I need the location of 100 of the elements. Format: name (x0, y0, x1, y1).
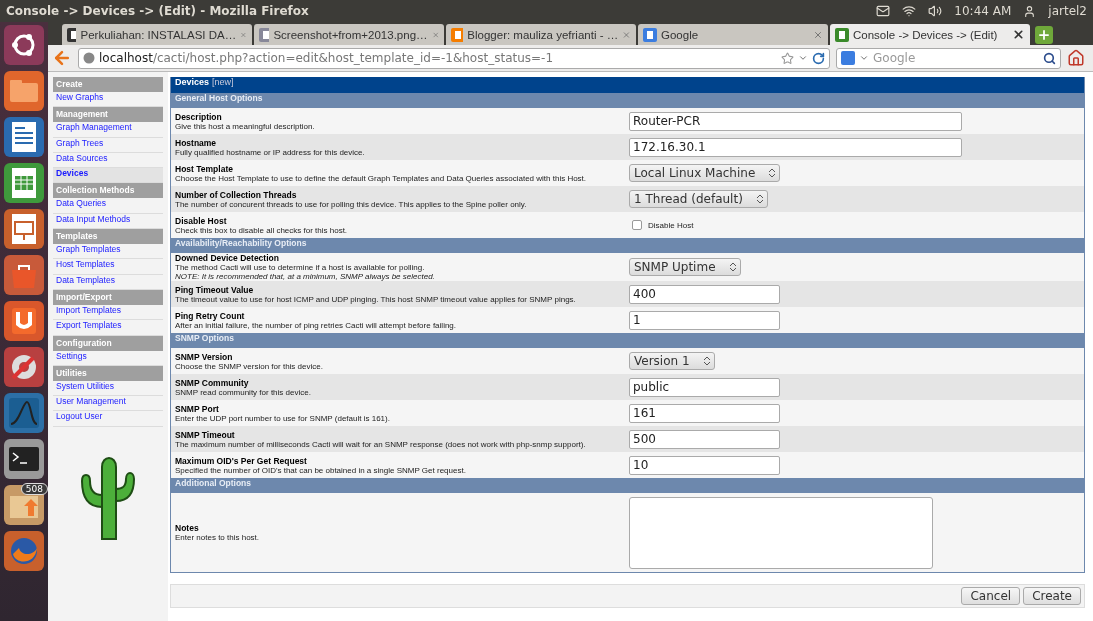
field-label: SNMP Port (175, 403, 220, 414)
menu-link[interactable]: System Utilities (53, 380, 163, 397)
select-field[interactable]: SNMP Uptime (629, 258, 741, 276)
wifi-icon[interactable] (902, 4, 917, 18)
form-button[interactable]: Create (1023, 587, 1081, 605)
field-description: Give this host a meaningful description. (175, 121, 316, 131)
text-field[interactable]: Router-PCR (629, 111, 962, 131)
launcher-button[interactable] (4, 209, 44, 249)
search-icon[interactable] (1043, 51, 1056, 65)
site-icon (67, 27, 77, 42)
section-header: Additional Options (171, 478, 1084, 493)
dropdown-icon[interactable] (798, 53, 808, 63)
field-label: Ping Timeout Value (175, 284, 255, 295)
select-field[interactable]: Version 1 (629, 352, 715, 370)
launcher-button[interactable] (4, 439, 44, 479)
bookmark-icon[interactable] (781, 51, 794, 65)
launcher-button[interactable] (4, 255, 44, 295)
tab-label: Google (661, 28, 700, 41)
field-description: Specified the number of OID's that can be obtained in a single SNMP Get request. (175, 465, 467, 475)
select-field[interactable]: Local Linux Machine (629, 164, 781, 182)
home-icon[interactable] (1067, 49, 1085, 67)
site-icon (259, 27, 270, 42)
field-label: SNMP Community (175, 377, 249, 388)
text-field[interactable]: public (629, 377, 780, 397)
text-field[interactable]: 10 (629, 455, 780, 475)
browser-tab[interactable]: Perkuliahan: INSTALASI DA… (62, 24, 252, 45)
menu-link[interactable]: Devices (53, 168, 163, 184)
menu-header: Management (53, 107, 163, 123)
field-label: Hostname (175, 137, 218, 148)
panel-title: Devices (175, 77, 210, 89)
field-description: Enter the UDP port number to use for SNMP (default is 161). (175, 413, 391, 423)
back-icon[interactable] (52, 48, 72, 68)
field-description: Check this box to disable all checks for this host. (175, 225, 349, 235)
launcher-button[interactable] (4, 163, 44, 203)
menu-link[interactable]: User Management (53, 396, 163, 412)
text-field[interactable]: 172.16.30.1 (629, 137, 962, 157)
plus-icon (1037, 28, 1051, 42)
form-button[interactable]: Cancel (961, 587, 1021, 605)
field-description: The number of concurent threads to use for polling this device. This applies to the Spine poller only. (175, 199, 528, 209)
launcher-button[interactable] (4, 393, 44, 433)
text-field[interactable]: 500 (629, 429, 780, 449)
browser-tab[interactable]: Blogger: mauliza yefrianti - … (446, 24, 636, 45)
notes-field[interactable] (629, 496, 933, 569)
site-icon (451, 27, 464, 42)
folder-icon (10, 80, 38, 102)
spreadsheet-icon (12, 168, 36, 198)
menu-link[interactable]: Data Queries (53, 198, 163, 214)
menu-link[interactable]: Settings (53, 350, 163, 366)
reload-icon[interactable] (812, 51, 825, 65)
launcher-button[interactable] (4, 347, 44, 387)
menu-link[interactable]: Graph Templates (53, 244, 163, 260)
menu-header: Templates (53, 229, 163, 245)
field-description: SNMP read community for this device. (175, 387, 312, 397)
field-label: Downed Device Detection (175, 253, 280, 263)
browser-tab[interactable]: Google (638, 24, 828, 45)
text-field[interactable]: 400 (629, 284, 780, 304)
select-field[interactable]: 1 Thread (default) (629, 190, 768, 208)
launcher-button[interactable] (4, 301, 44, 341)
presentation-icon (12, 214, 36, 244)
search-placeholder: Google (873, 51, 917, 65)
address-field[interactable]: localhost/cacti/host.php?action=edit&host_template_id=-1&host_status=-1 (78, 47, 830, 69)
menu-link[interactable]: Data Templates (53, 274, 163, 290)
text-field[interactable]: 161 (629, 403, 780, 423)
dropdown-icon[interactable] (859, 53, 869, 63)
text-field[interactable]: 1 (629, 310, 780, 330)
menu-link[interactable]: Host Templates (53, 259, 163, 275)
user-name[interactable]: jartel2 (1048, 4, 1087, 18)
shopping-bag-icon (10, 262, 38, 288)
field-description: The timeout value to use for host ICMP and UDP pinging. This host SNMP timeout value applies for SNMP pings. (175, 294, 577, 304)
checkbox[interactable] (632, 220, 642, 230)
app-icon (12, 308, 36, 334)
updown-arrows-icon (703, 356, 710, 366)
launcher-button[interactable] (4, 117, 44, 157)
panel-suffix: [new] (212, 77, 234, 89)
close-icon[interactable] (1012, 28, 1025, 41)
menu-link[interactable]: Export Templates (53, 320, 163, 336)
menu-link[interactable]: Graph Management (53, 122, 163, 138)
terminal-icon (9, 447, 39, 471)
new-tab-button[interactable] (1035, 26, 1053, 44)
browser-tab[interactable]: Screenshot+from+2013.png… (254, 24, 444, 45)
url-text: localhost/cacti/host.php?action=edit&host_template_id=-1&host_status=-1 (99, 51, 555, 65)
site-icon (643, 27, 657, 42)
section-header: Availability/Reachability Options (171, 238, 1084, 253)
mail-icon[interactable] (876, 4, 891, 18)
section-header: SNMP Options (171, 333, 1084, 348)
field-label: Disable Host (175, 215, 228, 226)
field-label: Host Template (175, 163, 234, 174)
volume-icon[interactable] (928, 4, 943, 18)
user-icon[interactable] (1023, 4, 1037, 18)
logo-icon[interactable] (4, 25, 44, 65)
field-description: Choose the SNMP version for this device. (175, 361, 324, 371)
updown-arrows-icon (769, 168, 776, 178)
globe-icon (83, 52, 95, 64)
menu-link[interactable]: Import Templates (53, 304, 163, 321)
clock[interactable]: 10:44 AM (954, 4, 1012, 18)
menu-link[interactable]: Logout User (53, 411, 163, 427)
tab-label: Perkuliahan: INSTALASI DA… (80, 28, 237, 41)
browser-tab[interactable]: Console -> Devices -> (Edit) (830, 24, 1030, 45)
tab-label: Blogger: mauliza yefrianti - … (467, 28, 619, 41)
menu-link[interactable]: Graph Trees (53, 137, 163, 153)
